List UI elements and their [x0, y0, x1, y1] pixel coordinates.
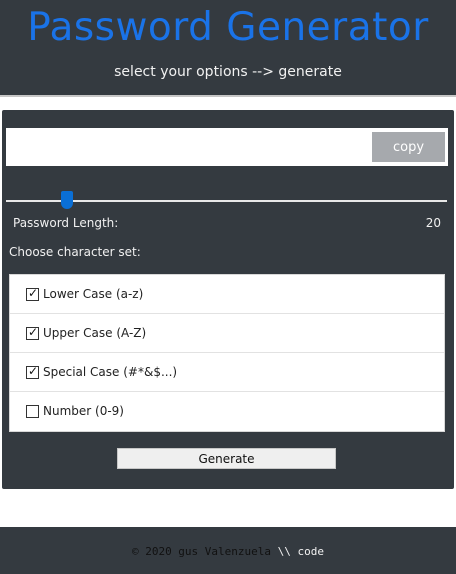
length-slider-thumb[interactable] [61, 191, 73, 209]
check-icon: ✓ [28, 364, 39, 378]
footer-separator: \\ [277, 545, 291, 558]
lower-case-checkbox[interactable]: ✓ [26, 286, 39, 301]
generate-button[interactable]: Generate [117, 448, 336, 469]
check-icon: ✓ [28, 286, 39, 300]
special-case-checkbox[interactable]: ✓ [26, 364, 39, 379]
copy-button[interactable]: copy [372, 132, 445, 162]
password-output-field[interactable] [6, 128, 366, 166]
option-label: Upper Case (A-Z) [43, 326, 147, 340]
length-label: Password Length: [13, 216, 119, 230]
footer-text: © 2020 gus Valenzuela \\ code [0, 545, 456, 558]
option-special-case[interactable]: ✓ Special Case (#*&$...) [10, 353, 444, 392]
option-number[interactable]: Number (0-9) [10, 392, 444, 431]
charset-options: ✓ Lower Case (a-z) ✓ Upper Case (A-Z) ✓ … [9, 274, 445, 432]
generator-panel: copy Password Length: 20 Choose characte… [2, 110, 454, 489]
page-subtitle: select your options --> generate [114, 64, 342, 80]
footer-copyright: © 2020 gus Valenzuela [131, 545, 272, 558]
footer-code-label: code [297, 545, 325, 558]
charset-label: Choose character set: [9, 245, 141, 259]
upper-case-checkbox[interactable]: ✓ [26, 325, 39, 340]
option-label: Lower Case (a-z) [43, 287, 144, 301]
length-value: 20 [425, 216, 441, 230]
footer: © 2020 gus Valenzuela \\ code [0, 527, 456, 574]
option-label: Number (0-9) [43, 404, 124, 418]
option-label: Special Case (#*&$...) [43, 365, 178, 379]
number-checkbox[interactable] [26, 405, 39, 418]
option-lower-case[interactable]: ✓ Lower Case (a-z) [10, 275, 444, 314]
option-upper-case[interactable]: ✓ Upper Case (A-Z) [10, 314, 444, 353]
check-icon: ✓ [28, 325, 39, 339]
header: Password Generator select your options -… [0, 0, 456, 97]
password-output-row: copy [6, 128, 448, 166]
page-title: Password Generator [27, 5, 429, 50]
